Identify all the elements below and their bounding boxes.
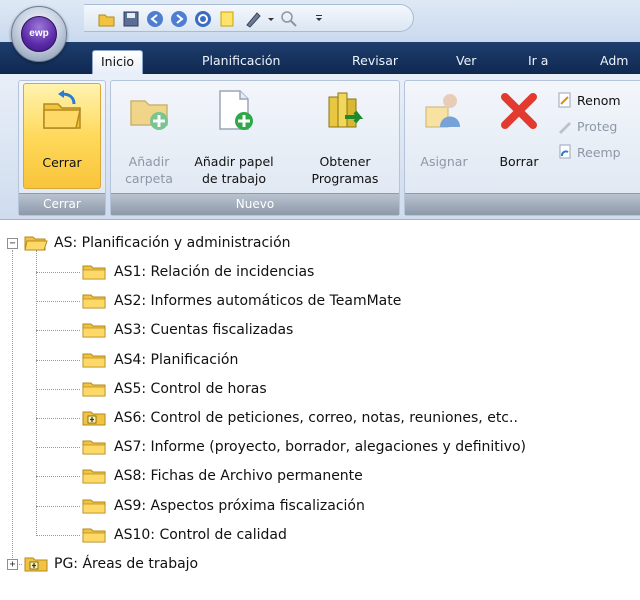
- forward-icon[interactable]: [170, 10, 188, 28]
- tree-connector: [36, 476, 80, 478]
- tree-connector: [36, 272, 80, 273]
- open-folder-icon[interactable]: [98, 10, 116, 28]
- books-icon: [328, 92, 364, 128]
- group-cerrar: Cerrar Cerrar: [18, 80, 106, 216]
- asignar-label: Asignar: [420, 154, 468, 169]
- asignar-button[interactable]: Asignar: [413, 83, 475, 189]
- obtener-programas-label: Obtener Programas: [311, 154, 379, 186]
- tree-node-item[interactable]: AS4: Planificación: [114, 348, 238, 372]
- folder-icon: [82, 440, 106, 455]
- proteger-button[interactable]: Proteg: [557, 115, 617, 139]
- tree-connector: [36, 534, 80, 536]
- tree-connector: [36, 301, 80, 303]
- tab-planificacion[interactable]: Planificación: [194, 50, 288, 74]
- tree-node-item[interactable]: AS7: Informe (proyecto, borrador, alegac…: [114, 435, 526, 459]
- application-button[interactable]: ewp: [11, 6, 67, 62]
- rename-icon: [558, 92, 571, 108]
- borrar-label: Borrar: [499, 154, 539, 169]
- open-folder-icon: [24, 236, 48, 251]
- tree-connector: [36, 388, 80, 390]
- folder-plus-icon: [24, 557, 48, 572]
- folder-icon: [82, 382, 106, 397]
- tree-connector: [36, 359, 80, 361]
- cerrar-button[interactable]: Cerrar: [23, 83, 101, 189]
- tree-node-item[interactable]: AS10: Control de calidad: [114, 523, 287, 547]
- anadir-papel-button[interactable]: Añadir papel de trabajo: [187, 83, 281, 189]
- tree-node-item[interactable]: AS9: Aspectos próxima fiscalización: [114, 494, 365, 518]
- note-icon[interactable]: [218, 10, 236, 28]
- save-icon[interactable]: [122, 10, 140, 28]
- obtener-programas-button[interactable]: Obtener Programas: [291, 83, 399, 189]
- back-icon[interactable]: [146, 10, 164, 28]
- folder-icon: [82, 528, 106, 543]
- tree-node-item[interactable]: AS6: Control de peticiones, correo, nota…: [114, 406, 518, 430]
- anadir-papel-label: Añadir papel de trabajo: [194, 154, 274, 186]
- group-edit: Asignar Borrar Renom Proteg Reemp: [404, 80, 640, 216]
- pen-icon[interactable]: [244, 10, 262, 28]
- ribbon-tabs: Inicio Planificación Revisar Ver Ir a Ad…: [0, 42, 640, 74]
- folder-icon: [82, 323, 106, 338]
- proteger-label: Proteg: [577, 119, 618, 134]
- tree-node-pg[interactable]: PG: Áreas de trabajo: [54, 552, 198, 576]
- chevron-down-icon[interactable]: [266, 10, 276, 28]
- tab-ver[interactable]: Ver: [448, 50, 484, 74]
- folder-icon: [82, 469, 106, 484]
- folder-icon: [82, 294, 106, 309]
- assign-user-icon: [425, 94, 460, 128]
- tree-node-item[interactable]: AS1: Relación de incidencias: [114, 260, 314, 284]
- group-label-cerrar: Cerrar: [19, 193, 105, 215]
- group-label-edit: [405, 193, 640, 215]
- title-bar: [0, 0, 640, 42]
- ribbon: Cerrar Cerrar Añadir carpeta Añadir pape…: [0, 74, 640, 220]
- tree-connector: [36, 250, 37, 534]
- tree-node-root[interactable]: AS: Planificación y administración: [54, 231, 291, 255]
- borrar-button[interactable]: Borrar: [489, 83, 549, 189]
- tab-inicio[interactable]: Inicio: [92, 50, 144, 74]
- folder-icon: [82, 353, 106, 368]
- folder-plus-icon: [82, 411, 106, 426]
- reemplazar-button[interactable]: Reemp: [557, 141, 621, 165]
- expand-expander[interactable]: +: [7, 559, 18, 570]
- tree-node-item[interactable]: AS2: Informes automáticos de TeamMate: [114, 289, 401, 313]
- quick-access-toolbar: [84, 4, 414, 32]
- anadir-carpeta-button[interactable]: Añadir carpeta: [117, 83, 181, 189]
- tree-node-item[interactable]: AS8: Fichas de Archivo permanente: [114, 464, 363, 488]
- tree-connector: [36, 418, 80, 419]
- renombrar-label: Renom: [577, 93, 621, 108]
- add-folder-icon: [130, 100, 168, 130]
- folder-icon: [82, 265, 106, 280]
- search-icon[interactable]: [280, 10, 298, 28]
- group-nuevo: Añadir carpeta Añadir papel de trabajo O…: [110, 80, 400, 216]
- tree-connector: [36, 447, 80, 449]
- collapse-expander[interactable]: −: [7, 238, 18, 249]
- add-document-icon: [219, 90, 253, 130]
- tree-node-item[interactable]: AS3: Cuentas fiscalizadas: [114, 318, 293, 342]
- replace-icon: [559, 144, 571, 159]
- delete-x-icon: [501, 93, 537, 129]
- tab-ir-a[interactable]: Ir a: [520, 50, 556, 74]
- cerrar-button-label: Cerrar: [42, 155, 82, 170]
- tree-connector: [36, 505, 80, 507]
- tree-view: − AS: Planificación y administración + P…: [0, 222, 640, 600]
- anadir-carpeta-label: Añadir carpeta: [125, 154, 173, 186]
- renombrar-button[interactable]: Renom: [557, 89, 621, 113]
- tree-connector: [36, 330, 80, 332]
- protect-icon: [559, 122, 571, 134]
- app-logo: ewp: [21, 16, 57, 52]
- folder-icon: [82, 499, 106, 514]
- tree-node-item[interactable]: AS5: Control de horas: [114, 377, 267, 401]
- tree-connector: [12, 250, 13, 564]
- customize-qat-icon[interactable]: [314, 10, 324, 28]
- close-folder-icon: [43, 90, 81, 129]
- reemplazar-label: Reemp: [577, 145, 621, 160]
- group-label-nuevo: Nuevo: [111, 193, 399, 215]
- refresh-icon[interactable]: [194, 10, 212, 28]
- tab-administracion[interactable]: Adm: [592, 50, 636, 74]
- tab-revisar[interactable]: Revisar: [344, 50, 406, 74]
